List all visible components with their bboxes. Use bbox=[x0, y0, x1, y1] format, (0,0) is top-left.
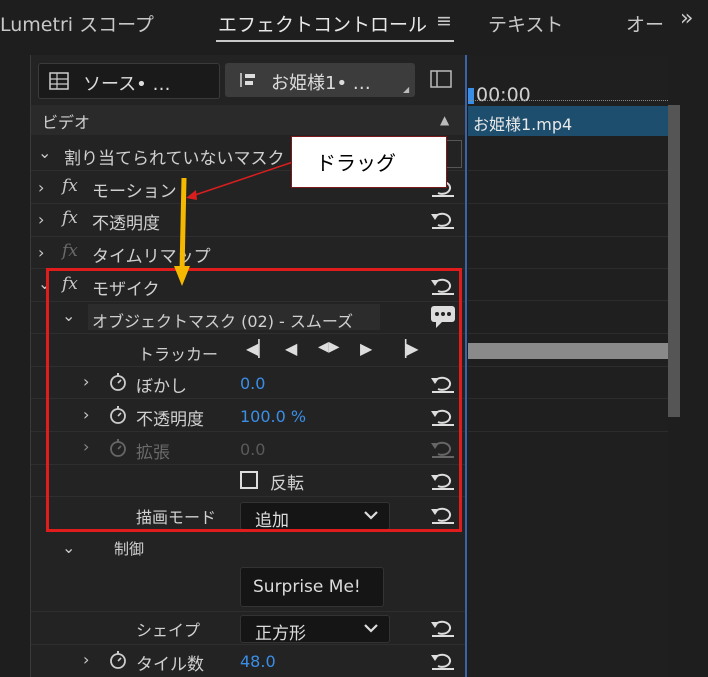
drag-arrowhead bbox=[174, 266, 190, 286]
pointer-line bbox=[191, 161, 294, 197]
drag-callout-text: ドラッグ bbox=[316, 151, 396, 175]
drag-callout: ドラッグ bbox=[291, 136, 447, 188]
drag-arrow-shaft bbox=[179, 177, 187, 273]
annotation-arrows bbox=[174, 161, 294, 286]
pointer-arrowhead bbox=[186, 190, 197, 200]
